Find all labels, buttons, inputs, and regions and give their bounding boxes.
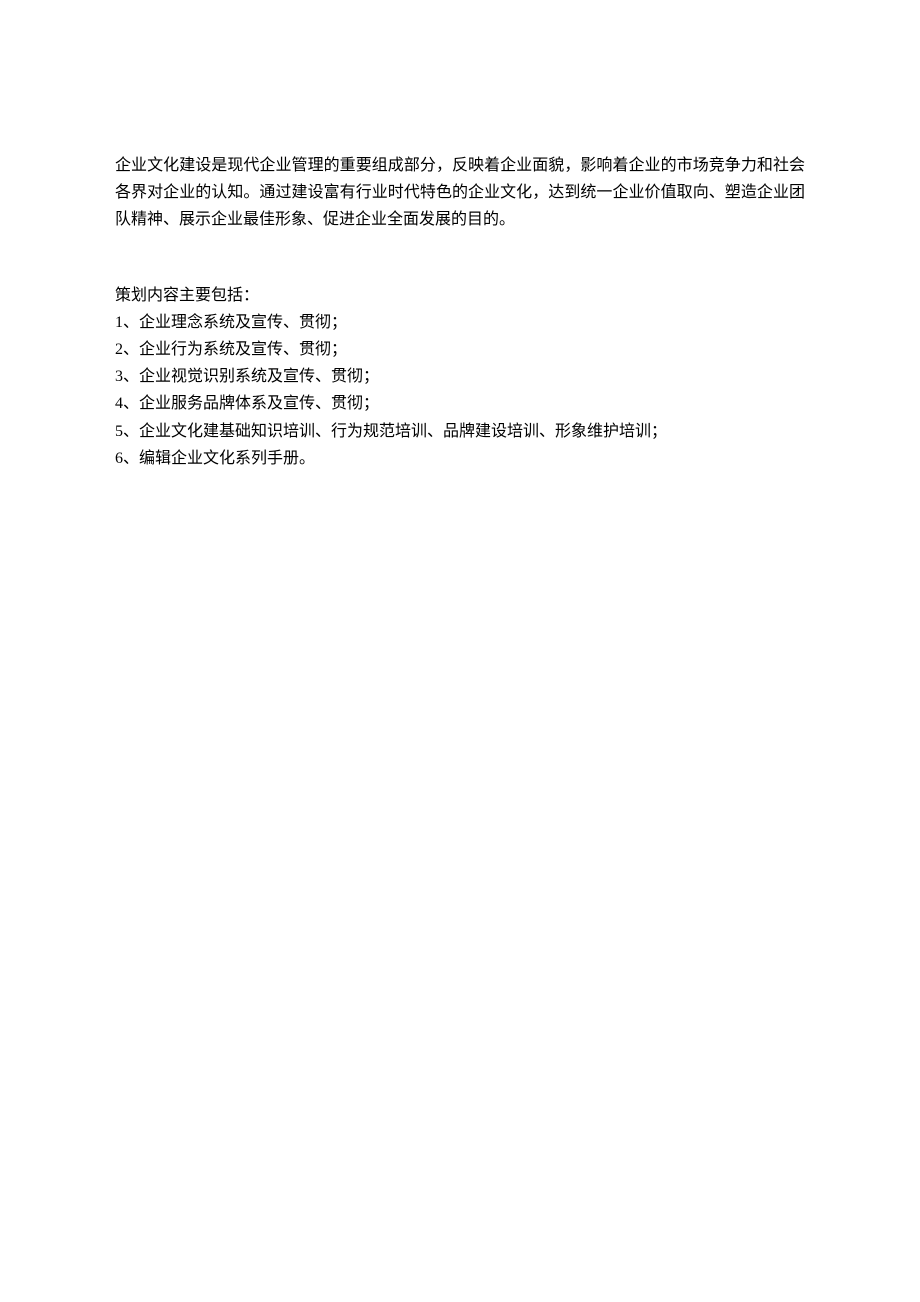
list-item: 6、编辑企业文化系列手册。 [115, 445, 805, 472]
list-item: 3、企业视觉识别系统及宣传、贯彻； [115, 363, 805, 390]
intro-paragraph: 企业文化建设是现代企业管理的重要组成部分，反映着企业面貌，影响着企业的市场竞争力… [115, 152, 805, 234]
list-item: 4、企业服务品牌体系及宣传、贯彻； [115, 390, 805, 417]
list-heading: 策划内容主要包括： [115, 282, 805, 309]
list-item: 1、企业理念系统及宣传、贯彻； [115, 309, 805, 336]
list-item: 5、企业文化建基础知识培训、行为规范培训、品牌建设培训、形象维护培训； [115, 418, 805, 445]
list-item: 2、企业行为系统及宣传、贯彻； [115, 336, 805, 363]
